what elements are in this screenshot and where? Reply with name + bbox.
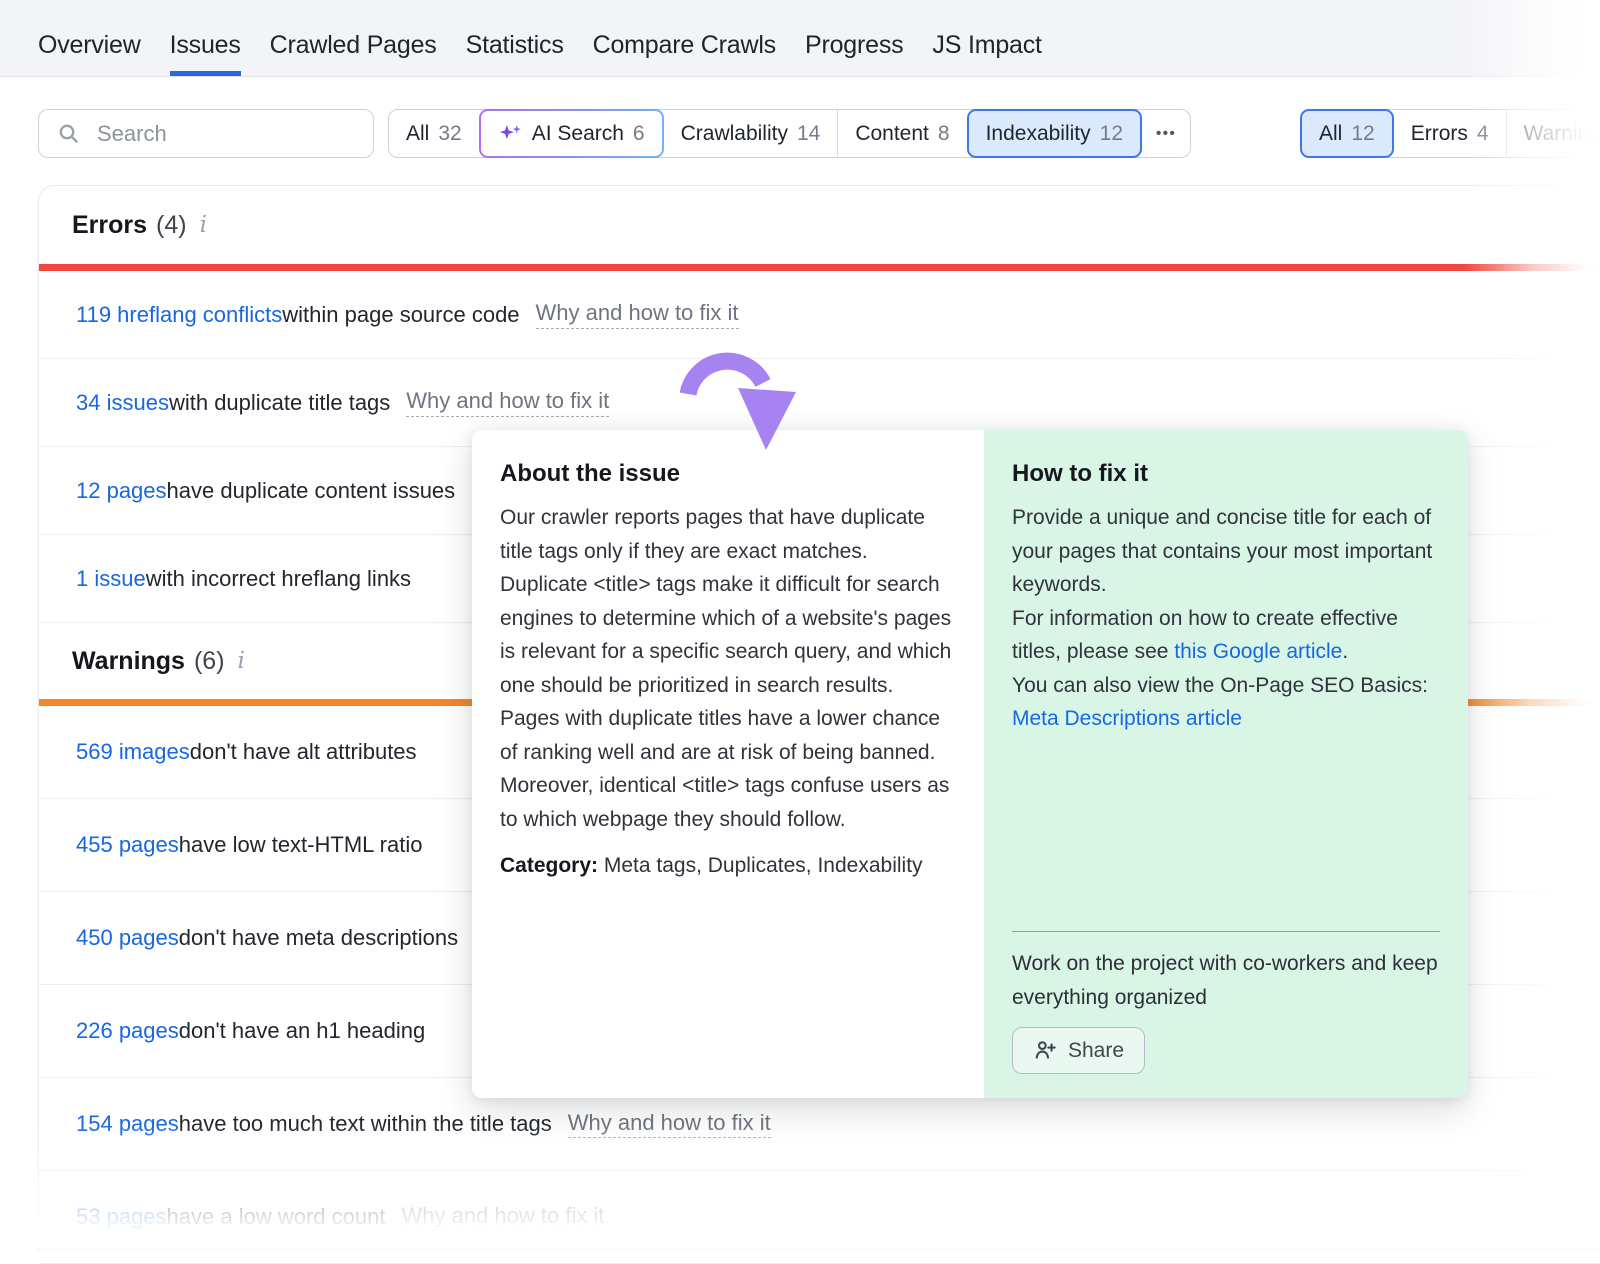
issue-count-link[interactable]: 1 issue (76, 566, 146, 592)
filter-chip-warnings[interactable]: Warnings (1506, 110, 1600, 157)
site-audit-nav: Overview Issues Crawled Pages Statistics… (0, 0, 1600, 77)
warnings-title: Warnings (72, 647, 185, 676)
fix-title: How to fix it (1012, 460, 1440, 488)
filter-chip-ai-search[interactable]: AI Search6 (479, 109, 664, 158)
share-note: Work on the project with co-workers and … (1012, 947, 1440, 1014)
tab-statistics[interactable]: Statistics (466, 31, 564, 76)
active-tab-underline (170, 71, 241, 76)
why-fix-link[interactable]: Why and how to fix it (536, 300, 739, 328)
person-plus-icon (1033, 1038, 1058, 1063)
filter-chip-all-issues[interactable]: All32 (389, 110, 479, 157)
issue-count-link[interactable]: 226 pages (76, 1018, 179, 1044)
issue-count-link[interactable]: 12 pages (76, 478, 167, 504)
share-button[interactable]: Share (1012, 1027, 1145, 1074)
filter-group-categories: All32 AI Search6 Crawlability14 Content8… (388, 109, 1191, 158)
issue-details-popover: About the issue Our crawler reports page… (472, 430, 1468, 1098)
issue-row-low-word-count: 53 pages have a low word count Why and ho… (39, 1171, 1600, 1264)
issue-text: don't have an h1 heading (179, 1018, 425, 1044)
share-label: Share (1068, 1039, 1124, 1063)
meta-descriptions-article-link[interactable]: Meta Descriptions article (1012, 707, 1242, 730)
issue-row-hreflang-conflicts: 119 hreflang conflicts within page sourc… (39, 271, 1600, 359)
issue-text: have low text-HTML ratio (179, 832, 423, 858)
filter-chip-errors[interactable]: Errors4 (1394, 110, 1506, 157)
issue-count-link[interactable]: 450 pages (76, 925, 179, 951)
why-fix-link[interactable]: Why and how to fix it (406, 388, 609, 416)
filter-chip-indexability[interactable]: Indexability12 (967, 109, 1142, 158)
warnings-count: (6) (194, 647, 225, 676)
tab-overview[interactable]: Overview (38, 31, 141, 76)
filter-group-severity: All12 Errors4 Warnings (1300, 109, 1600, 158)
issue-text: don't have alt attributes (190, 739, 417, 765)
google-article-link[interactable]: this Google article (1174, 640, 1342, 663)
tab-progress[interactable]: Progress (805, 31, 903, 76)
search-input[interactable] (95, 120, 349, 148)
why-fix-link[interactable]: Why and how to fix it (401, 1203, 604, 1231)
issues-search (38, 109, 374, 158)
errors-severity-bar (39, 264, 1600, 271)
issue-count-link[interactable]: 53 pages (76, 1204, 167, 1230)
ellipsis-icon: ••• (1156, 125, 1176, 142)
issue-count-link[interactable]: 34 issues (76, 390, 169, 416)
sparkles-icon (498, 121, 523, 146)
issue-text: within page source code (282, 302, 519, 328)
tab-compare-crawls[interactable]: Compare Crawls (593, 31, 776, 76)
filter-chip-crawlability[interactable]: Crawlability14 (664, 110, 838, 157)
issue-text: with incorrect hreflang links (146, 566, 411, 592)
filter-chip-content[interactable]: Content8 (837, 110, 966, 157)
issue-count-link[interactable]: 569 images (76, 739, 190, 765)
issue-text: have a low word count (167, 1204, 386, 1230)
errors-section-header: Errors (4) i (39, 186, 1600, 264)
spacer (1012, 736, 1440, 932)
about-body: Our crawler reports pages that have dupl… (500, 501, 954, 836)
category-label: Category: (500, 854, 598, 877)
about-the-issue-panel: About the issue Our crawler reports page… (472, 430, 984, 1098)
issue-count-link[interactable]: 119 hreflang conflicts (76, 302, 282, 328)
issue-text: have duplicate content issues (167, 478, 456, 504)
why-fix-link[interactable]: Why and how to fix it (568, 1110, 771, 1138)
search-icon (57, 122, 81, 146)
errors-count: (4) (156, 211, 187, 240)
issue-count-link[interactable]: 154 pages (76, 1111, 179, 1137)
issue-text: don't have meta descriptions (179, 925, 458, 951)
how-to-fix-panel: How to fix it Provide a unique and conci… (984, 430, 1468, 1098)
issue-count-link[interactable]: 455 pages (76, 832, 179, 858)
tab-issues[interactable]: Issues (170, 31, 241, 76)
issue-text: have too much text within the title tags (179, 1111, 552, 1137)
category-value: Meta tags, Duplicates, Indexability (598, 854, 923, 877)
issue-category: Category: Meta tags, Duplicates, Indexab… (500, 849, 954, 883)
fix-body: Provide a unique and concise title for e… (1012, 501, 1440, 736)
tab-js-impact[interactable]: JS Impact (932, 31, 1041, 76)
about-title: About the issue (500, 460, 954, 488)
filter-chip-all-severity[interactable]: All12 (1300, 109, 1394, 158)
info-icon[interactable]: i (200, 212, 207, 238)
errors-title: Errors (72, 211, 147, 240)
more-filters-button[interactable]: ••• (1142, 110, 1190, 157)
issue-text: with duplicate title tags (169, 390, 390, 416)
info-icon[interactable]: i (238, 648, 245, 674)
tab-crawled-pages[interactable]: Crawled Pages (270, 31, 437, 76)
panel-divider (1012, 931, 1440, 932)
